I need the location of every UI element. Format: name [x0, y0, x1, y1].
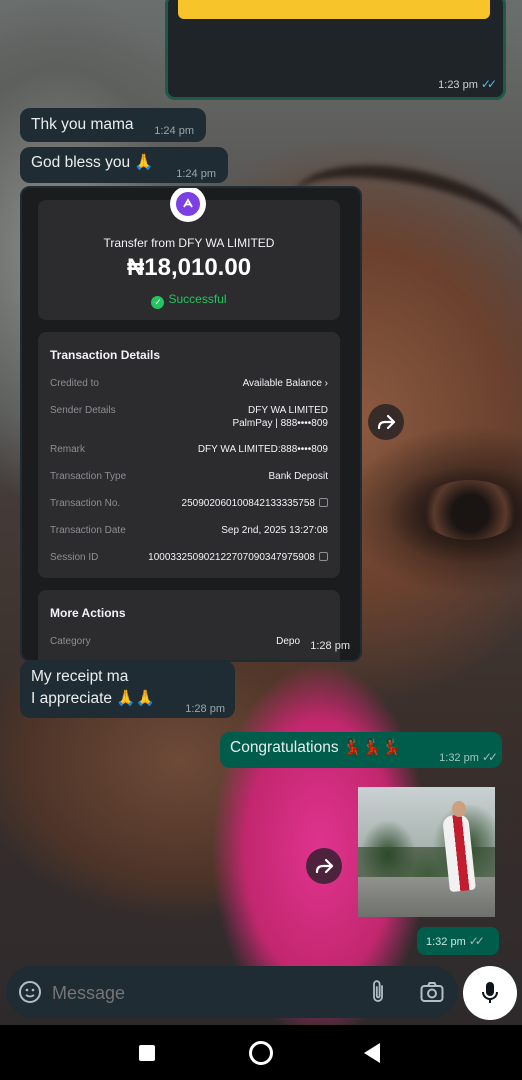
- outgoing-message[interactable]: Congratulations 💃🏾💃🏾💃🏾 1:32 pm ✓✓: [220, 732, 502, 768]
- partial-yellow-button: [178, 0, 490, 19]
- image-trees: [358, 805, 495, 885]
- detail-value: DFY WA LIMITED:888••••809: [197, 444, 328, 455]
- recents-button[interactable]: [139, 1045, 155, 1061]
- check-circle-icon: ✓: [151, 296, 165, 309]
- detail-value: 100033250902122707090347975908: [148, 552, 315, 563]
- receipt-image-message[interactable]: Transfer from DFY WA LIMITED ₦18,010.00 …: [20, 186, 362, 662]
- outgoing-message-partial[interactable]: 1:23 pm ✓✓: [165, 0, 506, 100]
- receipt-summary-card: Transfer from DFY WA LIMITED ₦18,010.00 …: [38, 188, 340, 320]
- image-figure-head: [452, 801, 466, 817]
- message-text: God bless you 🙏: [31, 154, 154, 171]
- read-ticks-icon: ✓✓: [480, 77, 497, 91]
- delivered-ticks-icon: ✓✓: [481, 750, 498, 764]
- detail-label: Transaction Date: [50, 525, 126, 536]
- detail-label: Session ID: [50, 552, 99, 563]
- message-text-line2: I appreciate 🙏🙏: [31, 690, 155, 707]
- message-time: 1:32 pm: [439, 752, 479, 764]
- image-time-pill: 1:32 pm ✓✓: [417, 927, 499, 955]
- wallpaper-shade-eye: [420, 480, 520, 540]
- delivered-ticks-icon: ✓✓: [468, 934, 485, 948]
- detail-label: Category: [50, 636, 91, 647]
- more-actions-header: More Actions: [50, 606, 126, 620]
- message-time: 1:23 pm: [438, 79, 478, 91]
- incoming-message[interactable]: My receipt ma I appreciate 🙏🙏 1:28 pm: [20, 661, 235, 718]
- status-badge: ✓ Successful: [38, 292, 340, 309]
- detail-value: DFY WA LIMITED: [247, 405, 328, 416]
- receipt-amount: ₦18,010.00: [126, 254, 252, 281]
- copy-icon: [319, 498, 328, 507]
- incoming-message[interactable]: God bless you 🙏 1:24 pm: [20, 147, 228, 183]
- back-button[interactable]: [364, 1043, 380, 1063]
- message-time: 1:28 pm: [185, 703, 225, 715]
- outgoing-image-message[interactable]: [358, 787, 495, 917]
- sticker-icon[interactable]: [18, 980, 42, 1009]
- attach-icon[interactable]: [368, 979, 388, 1010]
- message-time: 1:28 pm: [310, 640, 350, 652]
- detail-label: Remark: [50, 444, 86, 455]
- receipt-title: Transfer from DFY WA LIMITED: [103, 236, 275, 250]
- camera-icon[interactable]: [420, 981, 444, 1008]
- detail-label: Transaction Type: [50, 471, 127, 482]
- message-text: Thk you mama: [31, 116, 134, 133]
- transaction-details-card: Transaction Details Credited to Availabl…: [38, 332, 340, 578]
- message-time: 1:24 pm: [154, 125, 194, 137]
- detail-value: Sep 2nd, 2025 13:27:08: [221, 525, 328, 536]
- detail-label: Credited to: [50, 378, 99, 389]
- mic-icon: [482, 982, 498, 1003]
- detail-value: Bank Deposit: [268, 471, 328, 482]
- detail-value: Depo: [276, 636, 300, 647]
- detail-label: Transaction No.: [50, 498, 121, 509]
- palmpay-logo-icon: [170, 188, 206, 222]
- forward-icon[interactable]: [306, 848, 342, 884]
- copy-icon: [319, 552, 328, 561]
- status-text: Successful: [168, 292, 227, 306]
- more-actions-card: More Actions Category Depo: [38, 590, 340, 660]
- message-text: Congratulations 💃🏾💃🏾💃🏾: [230, 739, 401, 756]
- message-input[interactable]: [50, 978, 344, 1008]
- system-navigation-bar: [0, 1025, 522, 1080]
- detail-value: 250902060100842133335758: [181, 498, 315, 509]
- message-time: 1:24 pm: [176, 168, 216, 180]
- detail-value-secondary: PalmPay | 888••••809: [232, 418, 328, 429]
- detail-label: Sender Details: [50, 405, 116, 416]
- message-text-line1: My receipt ma: [31, 668, 129, 685]
- mic-button[interactable]: [463, 966, 517, 1020]
- incoming-message[interactable]: Thk you mama 1:24 pm: [20, 108, 206, 142]
- details-header: Transaction Details: [50, 348, 161, 362]
- message-composer: [6, 966, 458, 1018]
- message-time: 1:32 pm: [426, 936, 466, 948]
- home-button[interactable]: [249, 1041, 273, 1065]
- forward-icon[interactable]: [368, 404, 404, 440]
- detail-value: Available Balance ›: [242, 378, 328, 389]
